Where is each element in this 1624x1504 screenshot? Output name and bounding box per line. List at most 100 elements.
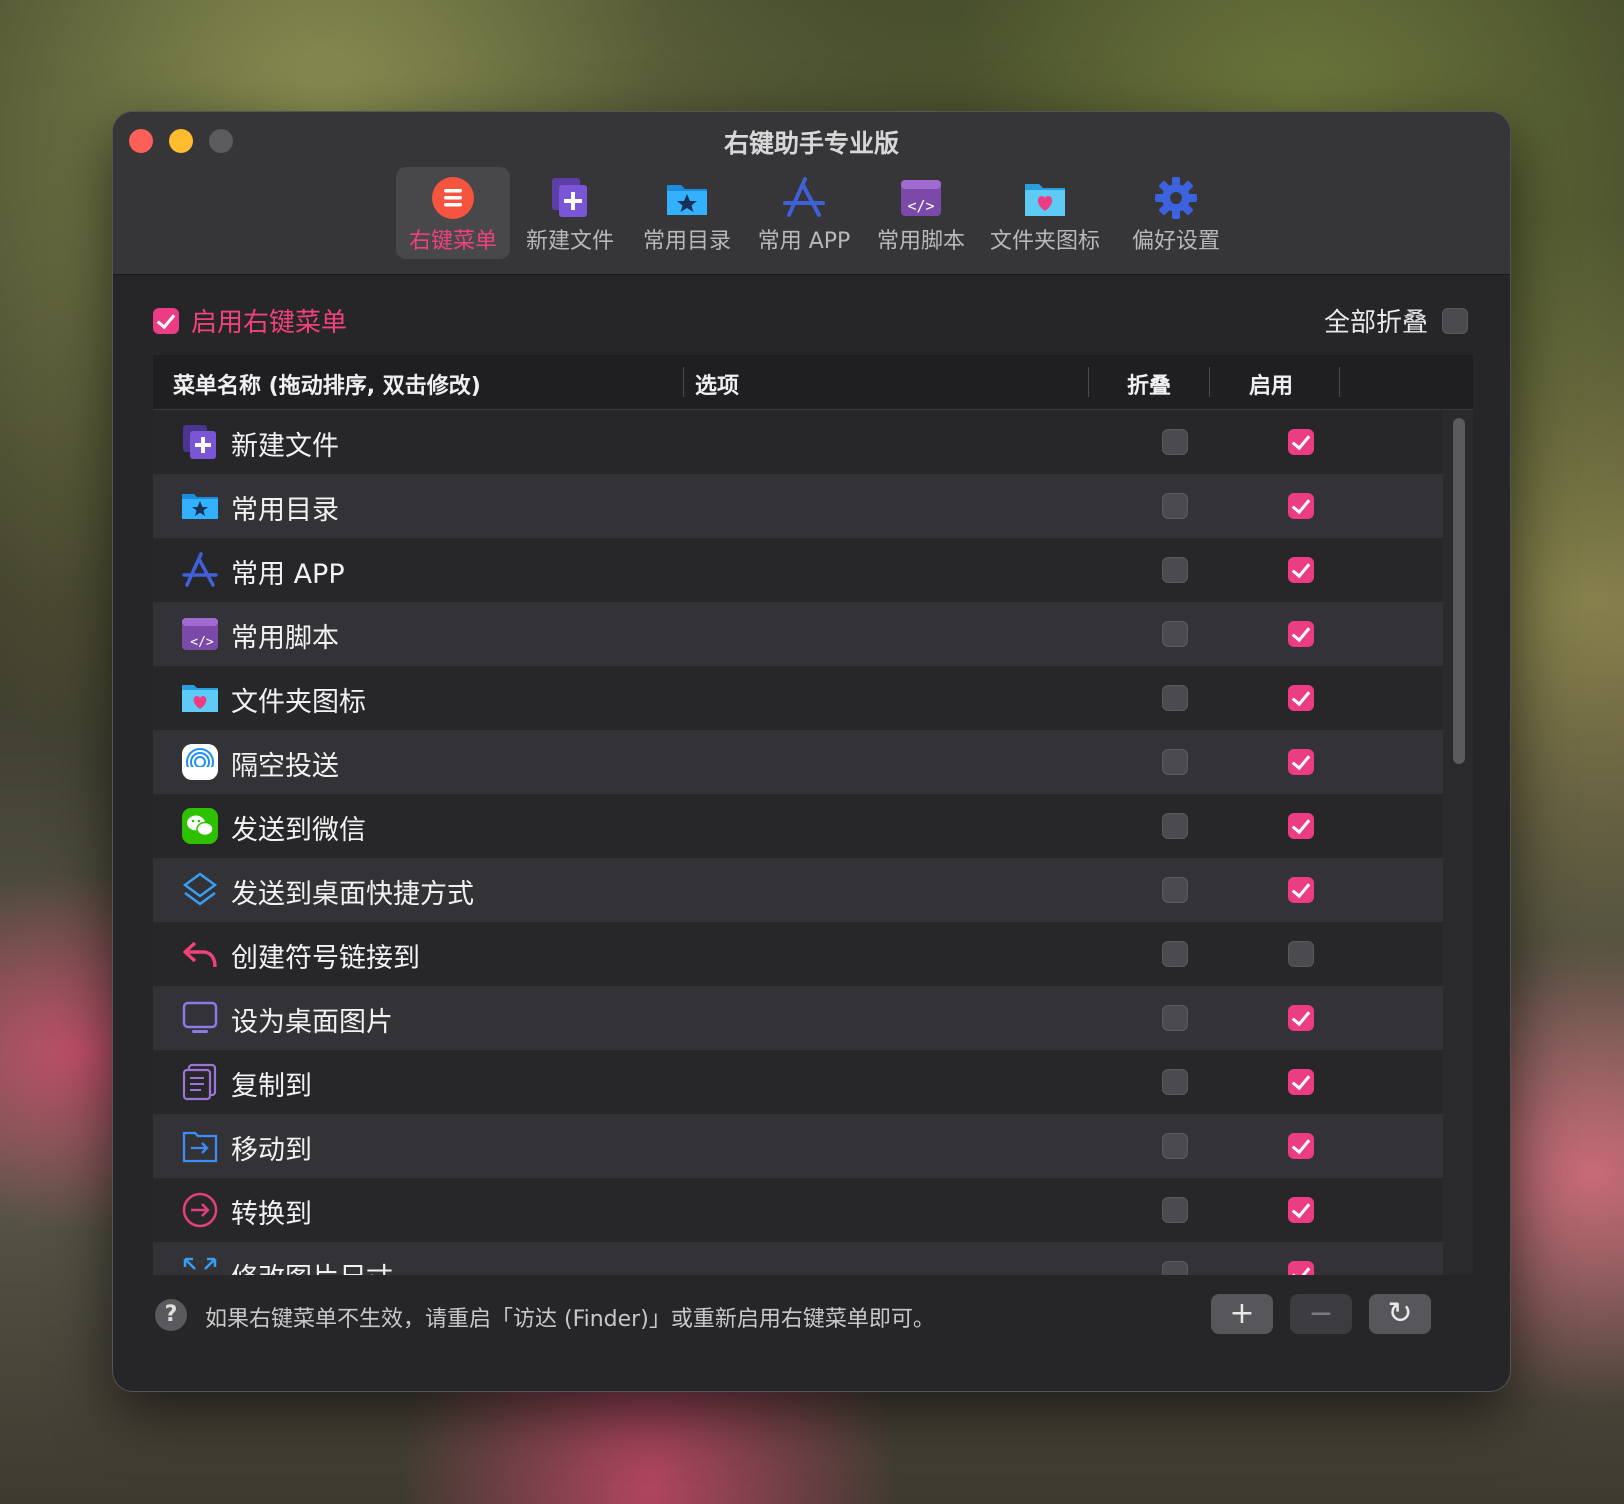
fold-checkbox[interactable] — [1162, 877, 1188, 903]
shortcut-icon — [182, 872, 218, 906]
collapse-all-row[interactable]: 全部折叠 — [1324, 302, 1468, 339]
enable-checkbox[interactable] — [1288, 941, 1314, 967]
enable-checkbox[interactable] — [1288, 1005, 1314, 1031]
row-label: 修改图片尺寸 — [231, 1256, 393, 1275]
enable-checkbox[interactable] — [1288, 877, 1314, 903]
gear-icon — [1155, 177, 1197, 219]
fold-checkbox[interactable] — [1162, 621, 1188, 647]
app-store-icon — [783, 177, 825, 217]
monitor-icon — [182, 1001, 218, 1033]
new-file-icon — [183, 425, 216, 459]
tab-new-file[interactable]: 新建文件 — [513, 167, 627, 259]
svg-text:</>: </> — [907, 197, 934, 215]
table-header: 菜单名称 (拖动排序, 双击修改) 选项 折叠 启用 — [153, 355, 1473, 410]
table-row[interactable]: </> 常用脚本 — [153, 602, 1443, 666]
fold-checkbox[interactable] — [1162, 557, 1188, 583]
tab-label: 新建文件 — [525, 229, 614, 254]
row-label: 移动到 — [231, 1135, 312, 1166]
table-row[interactable]: 转换到 — [153, 1178, 1443, 1242]
help-button[interactable]: ? — [155, 1299, 187, 1331]
column-divider — [683, 367, 684, 397]
enable-menu-checkbox[interactable] — [153, 307, 179, 334]
table-row[interactable]: 设为桌面图片 — [153, 986, 1443, 1050]
tab-label: 常用 APP — [757, 229, 851, 254]
enable-checkbox[interactable] — [1288, 1133, 1314, 1159]
menu-table: 菜单名称 (拖动排序, 双击修改) 选项 折叠 启用 新建文件 常用目录 常用 … — [153, 355, 1473, 1275]
enable-menu-row[interactable]: 启用右键菜单 — [153, 302, 347, 339]
fold-checkbox[interactable] — [1162, 1261, 1188, 1275]
table-row[interactable]: 发送到桌面快捷方式 — [153, 858, 1443, 922]
fold-checkbox[interactable] — [1162, 1133, 1188, 1159]
fold-checkbox[interactable] — [1162, 749, 1188, 775]
copy-icon — [182, 1063, 217, 1101]
enable-checkbox[interactable] — [1288, 1261, 1314, 1275]
move-icon — [182, 1131, 218, 1163]
tab-common-folders[interactable]: 常用目录 — [630, 167, 744, 259]
enable-checkbox[interactable] — [1288, 621, 1314, 647]
table-row[interactable]: 修改图片尺寸 — [153, 1242, 1443, 1275]
fold-checkbox[interactable] — [1162, 685, 1188, 711]
row-label: 新建文件 — [231, 431, 339, 462]
table-row[interactable]: 隔空投送 — [153, 730, 1443, 794]
column-header-name[interactable]: 菜单名称 (拖动排序, 双击修改) — [173, 368, 481, 400]
enable-checkbox[interactable] — [1288, 1197, 1314, 1223]
row-label: 创建符号链接到 — [231, 943, 420, 974]
tab-common-scripts[interactable]: </> 常用脚本 — [864, 167, 978, 259]
enable-checkbox[interactable] — [1288, 429, 1314, 455]
column-header-fold[interactable]: 折叠 — [1127, 368, 1171, 400]
titlebar: 右键助手专业版 右键菜单 新建文件 常用目录 常用 APP </> 常用脚本 文… — [113, 112, 1510, 275]
table-row[interactable]: 文件夹图标 — [153, 666, 1443, 730]
table-row[interactable]: 常用 APP — [153, 538, 1443, 602]
table-row[interactable]: 复制到 — [153, 1050, 1443, 1114]
add-button[interactable]: + — [1211, 1294, 1273, 1334]
reply-arrow-icon — [183, 941, 217, 968]
remove-button[interactable]: − — [1290, 1294, 1352, 1334]
fold-checkbox[interactable] — [1162, 941, 1188, 967]
row-label: 发送到微信 — [231, 815, 366, 846]
table-row[interactable]: 创建符号链接到 — [153, 922, 1443, 986]
tab-label: 常用脚本 — [876, 229, 965, 254]
new-file-icon — [552, 178, 587, 217]
enable-checkbox[interactable] — [1288, 493, 1314, 519]
airdrop-icon — [182, 744, 218, 780]
enable-checkbox[interactable] — [1288, 557, 1314, 583]
script-icon: </> — [901, 180, 941, 216]
tab-preferences[interactable]: 偏好设置 — [1112, 167, 1240, 259]
row-label: 发送到桌面快捷方式 — [231, 879, 474, 910]
row-label: 设为桌面图片 — [231, 1007, 393, 1038]
column-divider — [1209, 367, 1210, 397]
enable-checkbox[interactable] — [1288, 1069, 1314, 1095]
hint-text: 如果右键菜单不生效，请重启「访达 (Finder)」或重新启用右键菜单即可。 — [205, 1307, 935, 1332]
tab-folder-icons[interactable]: 文件夹图标 — [981, 167, 1109, 259]
column-header-enable[interactable]: 启用 — [1249, 368, 1293, 400]
table-row[interactable]: 移动到 — [153, 1114, 1443, 1178]
row-label: 文件夹图标 — [231, 687, 366, 718]
tab-label: 文件夹图标 — [989, 229, 1100, 254]
collapse-all-checkbox[interactable] — [1442, 307, 1468, 334]
toolbar-tabs: 右键菜单 新建文件 常用目录 常用 APP </> 常用脚本 文件夹图标 偏好设… — [396, 167, 1243, 259]
enable-checkbox[interactable] — [1288, 813, 1314, 839]
column-divider — [1088, 367, 1089, 397]
fold-checkbox[interactable] — [1162, 813, 1188, 839]
tab-context-menu[interactable]: 右键菜单 — [396, 167, 510, 259]
column-divider — [1339, 367, 1340, 397]
row-label: 转换到 — [231, 1199, 312, 1230]
refresh-button[interactable]: ↻ — [1369, 1294, 1431, 1334]
tab-label: 常用目录 — [642, 229, 731, 254]
app-window: 右键助手专业版 右键菜单 新建文件 常用目录 常用 APP </> 常用脚本 文… — [113, 112, 1510, 1391]
fold-checkbox[interactable] — [1162, 1005, 1188, 1031]
vertical-scrollbar[interactable] — [1453, 418, 1465, 764]
table-row[interactable]: 新建文件 — [153, 410, 1443, 474]
footer: ? 如果右键菜单不生效，请重启「访达 (Finder)」或重新启用右键菜单即可。… — [113, 1274, 1510, 1391]
tab-common-apps[interactable]: 常用 APP — [747, 167, 861, 259]
enable-checkbox[interactable] — [1288, 749, 1314, 775]
table-rows: 新建文件 常用目录 常用 APP </> 常用脚本 文件夹图标 隔空投送 发送到… — [153, 410, 1443, 1275]
column-header-options[interactable]: 选项 — [695, 368, 739, 400]
fold-checkbox[interactable] — [1162, 1197, 1188, 1223]
fold-checkbox[interactable] — [1162, 1069, 1188, 1095]
fold-checkbox[interactable] — [1162, 493, 1188, 519]
fold-checkbox[interactable] — [1162, 429, 1188, 455]
enable-checkbox[interactable] — [1288, 685, 1314, 711]
table-row[interactable]: 常用目录 — [153, 474, 1443, 538]
table-row[interactable]: 发送到微信 — [153, 794, 1443, 858]
